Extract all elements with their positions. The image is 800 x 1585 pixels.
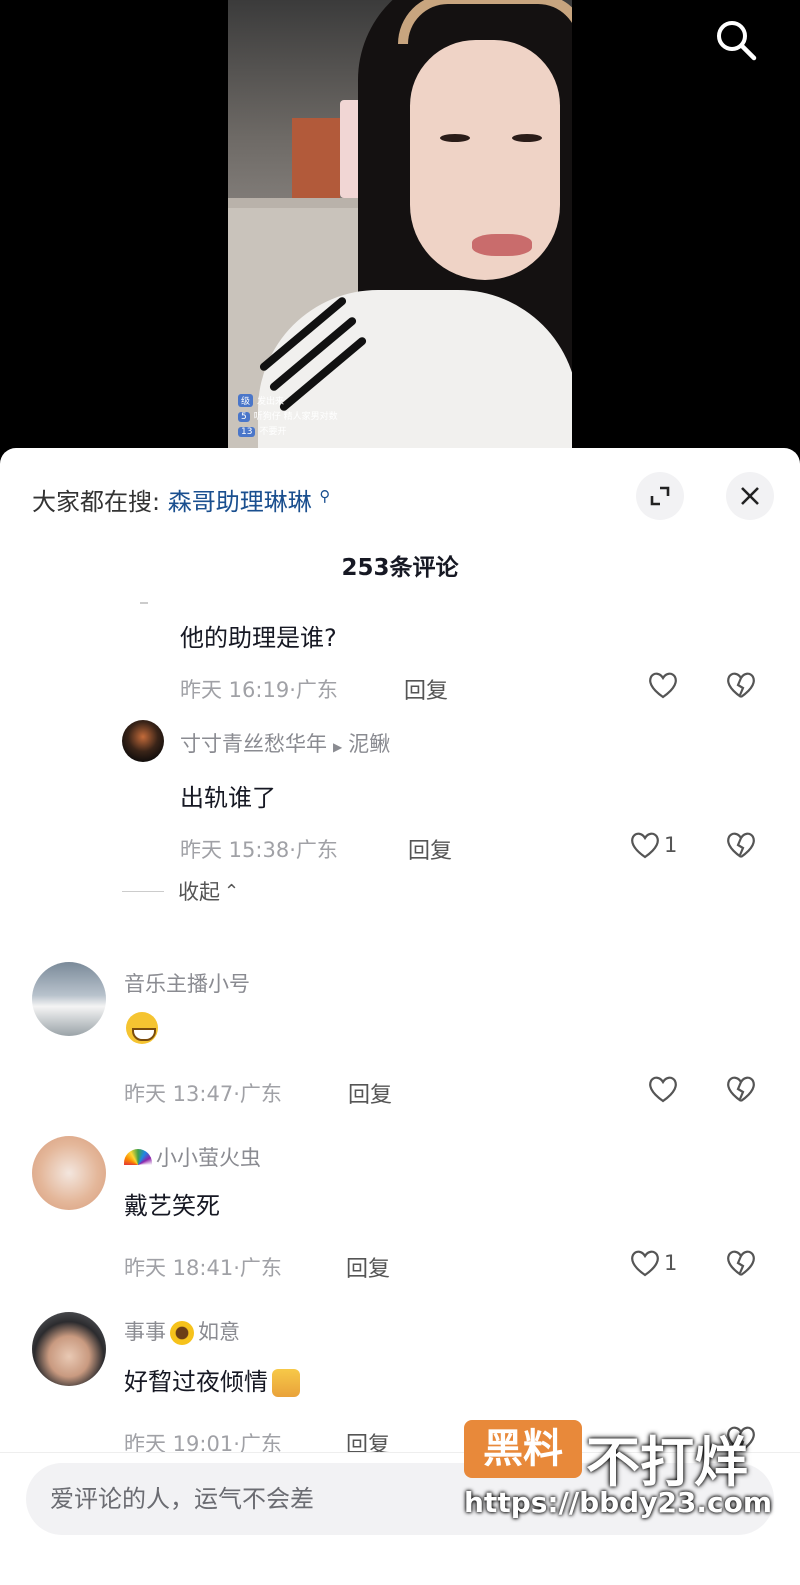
comments-panel: 大家都在搜: 森哥助理琳琳 ⚲ 253条评论 他的助理是谁? 昨天 16:19·…: [0, 448, 800, 1585]
comment-username[interactable]: 小小萤火虫: [124, 1142, 261, 1172]
close-icon: [741, 487, 759, 505]
trending-search-keyword[interactable]: 森哥助理琳琳: [168, 488, 312, 516]
comment-input[interactable]: [26, 1463, 774, 1535]
avatar[interactable]: [32, 962, 106, 1036]
collapse-label: 收起: [178, 880, 220, 904]
reply-button[interactable]: 回复: [404, 673, 448, 705]
video-area[interactable]: 级发出来 5 听狗仔 精人家男对数 13 不要开: [0, 0, 800, 460]
broken-heart-icon[interactable]: [724, 828, 758, 862]
divider: [140, 602, 148, 604]
like-button[interactable]: [646, 668, 682, 702]
chevron-up-icon: ⌃: [224, 880, 240, 902]
heart-icon: [631, 1250, 659, 1277]
thumbs-up-emoji-icon: [272, 1369, 300, 1397]
reply-button[interactable]: 回复: [348, 1077, 392, 1109]
heart-icon: [649, 672, 677, 699]
reply-to-user[interactable]: 泥鳅: [348, 732, 390, 756]
collapse-replies-button[interactable]: 收起 ⌃: [122, 876, 239, 906]
close-button[interactable]: [726, 472, 774, 520]
avatar[interactable]: [32, 1136, 106, 1210]
like-button[interactable]: [646, 1072, 682, 1106]
video-shelf: [228, 198, 368, 208]
comment-input-bar: [0, 1452, 800, 1585]
video-person-lips: [472, 234, 532, 256]
comment-text: 出轨谁了: [180, 784, 276, 812]
comment-username[interactable]: 寸寸青丝愁华年 ▶ 泥鳅: [180, 728, 390, 758]
search-small-icon: ⚲: [319, 487, 331, 505]
comment-meta: 昨天 16:19·广东: [180, 678, 338, 702]
comment-emoji: [126, 1012, 158, 1050]
heart-icon: [631, 832, 659, 859]
broken-heart-icon[interactable]: [724, 668, 758, 702]
divider: [122, 890, 164, 892]
live-chat-overlay: 级发出来 5 听狗仔 精人家男对数 13 不要开: [238, 394, 338, 439]
comment-meta: 昨天 15:38·广东: [180, 838, 338, 862]
heart-icon: [649, 1076, 677, 1103]
reply-button[interactable]: 回复: [346, 1251, 390, 1283]
rainbow-emoji-icon: [124, 1149, 152, 1165]
comment-meta: 昨天 13:47·广东: [124, 1082, 282, 1106]
search-icon: [717, 21, 757, 61]
grin-emoji-icon: [126, 1012, 158, 1044]
video-box: [292, 118, 340, 198]
expand-button[interactable]: [636, 472, 684, 520]
video-frame[interactable]: 级发出来 5 听狗仔 精人家男对数 13 不要开: [228, 0, 572, 460]
avatar[interactable]: [122, 720, 164, 762]
broken-heart-icon[interactable]: [724, 1422, 758, 1456]
live-chat-line: 5 听狗仔 精人家男对数: [238, 409, 338, 422]
broken-heart-icon[interactable]: [724, 1246, 758, 1280]
trending-search[interactable]: 大家都在搜: 森哥助理琳琳 ⚲: [32, 482, 330, 517]
live-chat-line: 13 不要开: [238, 424, 338, 437]
reply-arrow-icon: ▶: [333, 740, 343, 754]
comment-count: 253条评论: [341, 555, 459, 581]
reply-button[interactable]: 回复: [408, 833, 452, 865]
comment-meta: 昨天 18:41·广东: [124, 1256, 282, 1280]
comment-username[interactable]: ​事事如意: [124, 1316, 240, 1346]
broken-heart-icon[interactable]: [724, 1072, 758, 1106]
like-count: 1: [664, 833, 678, 857]
like-count: 1: [664, 1251, 678, 1275]
comment-text: 好睝过夜倾情: [124, 1362, 300, 1397]
video-person-headband: [398, 0, 572, 44]
comment-text: 戴艺笑死: [124, 1192, 220, 1220]
comment-username[interactable]: 音乐主播小号: [124, 968, 250, 998]
video-person-eye: [512, 134, 542, 142]
video-person-eye: [440, 134, 470, 142]
avatar[interactable]: [32, 1312, 106, 1386]
like-button[interactable]: 1: [628, 828, 677, 862]
sunflower-emoji-icon: [170, 1321, 194, 1345]
like-button[interactable]: 1: [628, 1246, 677, 1280]
expand-icon: [650, 486, 670, 506]
trending-search-prefix: 大家都在搜:: [32, 488, 161, 516]
search-button[interactable]: [712, 16, 760, 64]
live-chat-line: 级发出来: [238, 394, 338, 407]
comment-text: 他的助理是谁?: [180, 624, 337, 652]
